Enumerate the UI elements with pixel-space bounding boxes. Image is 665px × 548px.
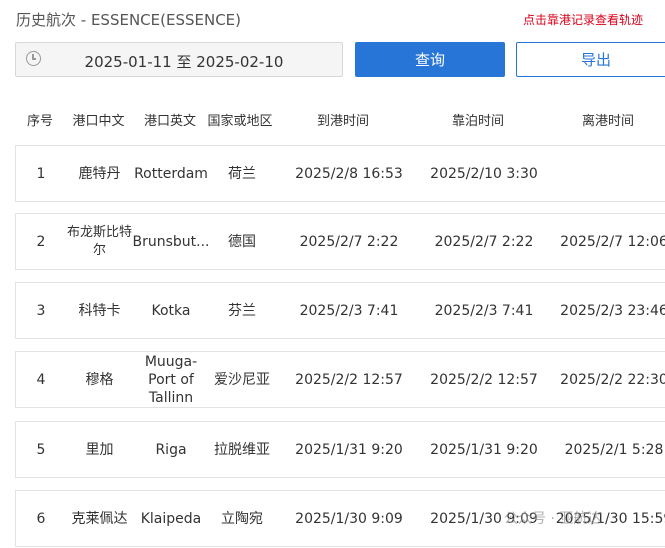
country: 立陶宛 xyxy=(221,510,263,527)
row-index: 1 xyxy=(36,165,46,182)
berthing-time: 2025/2/2 12:57 xyxy=(430,371,538,388)
port-name-en: Klaipeda xyxy=(140,510,202,527)
departure-time: 2025/2/1 5:28 xyxy=(564,441,664,458)
country: 德国 xyxy=(228,233,256,250)
arrival-time: 2025/2/3 7:41 xyxy=(299,302,399,319)
country: 爱沙尼亚 xyxy=(214,371,270,388)
port-name-en: Riga xyxy=(155,441,187,458)
port-name-en: Brunsbut... xyxy=(132,233,210,250)
arrival-time: 2025/2/8 16:53 xyxy=(295,165,403,182)
column-header-port-en: 港口英文 xyxy=(143,114,196,129)
port-name-cn: 鹿特丹 xyxy=(78,165,121,182)
row-index: 3 xyxy=(36,302,46,319)
table-row[interactable]: 1 鹿特丹 Rotterdam 荷兰 2025/2/8 16:53 2025/2/10 3… xyxy=(15,145,665,202)
column-header-departure: 离港时间 xyxy=(581,114,634,129)
row-index: 6 xyxy=(36,510,46,527)
page-title: 历史航次 - ESSENCE(ESSENCE) xyxy=(16,11,241,29)
column-header-port-cn: 港口中文 xyxy=(72,114,125,129)
port-name-en: Muuga-Port of Tallinn xyxy=(144,353,198,406)
query-button[interactable]: 查询 xyxy=(355,42,505,77)
table-row[interactable]: 2 布龙斯比特尔 Brunsbut... 德国 2025/2/7 2:22 2025/2/… xyxy=(15,213,665,270)
port-name-cn: 穆格 xyxy=(85,371,114,388)
table-row[interactable]: 4 穆格 Muuga-Port of Tallinn 爱沙尼亚 2025/2/2 12:… xyxy=(15,351,665,408)
date-range-value: 2025-01-11 至 2025-02-10 xyxy=(84,53,284,71)
row-index: 4 xyxy=(36,371,46,388)
arrival-time: 2025/2/2 12:57 xyxy=(295,371,403,388)
watermark: 公众号 · 亚航达 xyxy=(504,511,602,527)
table-row[interactable]: 5 里加 Riga 拉脱维亚 2025/1/31 9:20 2025/1/31 9:20 2… xyxy=(15,421,665,478)
port-name-cn: 克莱佩达 xyxy=(71,510,128,527)
date-range-picker[interactable]: 2025-01-11 至 2025-02-10 xyxy=(15,42,343,77)
berthing-time: 2025/2/10 3:30 xyxy=(430,165,538,182)
table-row[interactable]: 3 科特卡 Kotka 芬兰 2025/2/3 7:41 2025/2/3 7:41 202… xyxy=(15,282,665,339)
departure-time: 2025/2/3 23:46 xyxy=(560,302,665,319)
port-name-en: Kotka xyxy=(151,302,191,319)
view-track-hint-link[interactable]: 点击靠港记录查看轨迹 xyxy=(523,11,643,28)
row-index: 5 xyxy=(36,441,46,458)
column-header-berthing: 靠泊时间 xyxy=(451,114,504,129)
port-name-cn: 科特卡 xyxy=(78,302,121,319)
berthing-time: 2025/1/31 9:20 xyxy=(430,441,538,458)
country: 拉脱维亚 xyxy=(214,441,270,458)
row-index: 2 xyxy=(36,233,46,250)
berthing-time: 2025/2/7 2:22 xyxy=(434,233,534,250)
column-header-index: 序号 xyxy=(26,114,53,129)
port-name-en: Rotterdam xyxy=(134,165,208,182)
port-name-cn: 里加 xyxy=(85,441,114,458)
departure-time: 2025/2/7 12:06 xyxy=(560,233,665,250)
departure-time: 2025/2/2 22:30 xyxy=(560,371,665,388)
country: 芬兰 xyxy=(228,302,256,319)
column-header-country: 国家或地区 xyxy=(207,114,273,129)
country: 荷兰 xyxy=(228,165,256,182)
departure-time xyxy=(544,146,665,201)
arrival-time: 2025/2/7 2:22 xyxy=(299,233,399,250)
arrival-time: 2025/1/30 9:09 xyxy=(295,510,403,527)
berthing-time: 2025/2/3 7:41 xyxy=(434,302,534,319)
export-button[interactable]: 导出 xyxy=(516,42,665,77)
arrival-time: 2025/1/31 9:20 xyxy=(295,441,403,458)
column-header-arrival: 到港时间 xyxy=(316,114,369,129)
port-name-cn: 布龙斯比特尔 xyxy=(66,224,132,258)
